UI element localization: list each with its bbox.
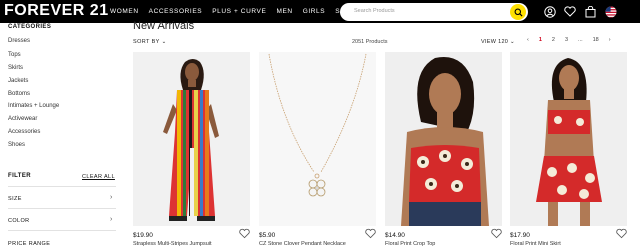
nav-girls[interactable]: GIRLS <box>303 8 326 15</box>
product-price: $19.90 <box>133 232 153 239</box>
chevron-down-icon: ⌄ <box>510 39 515 45</box>
category-dresses[interactable]: Dresses <box>8 38 30 44</box>
category-skirts[interactable]: Skirts <box>8 65 23 71</box>
sort-dropdown[interactable]: SORT BY ⌄ <box>133 39 167 45</box>
search-icon <box>514 8 523 17</box>
heart-icon[interactable] <box>239 228 250 239</box>
product-price: $17.90 <box>510 232 530 239</box>
chevron-right-icon[interactable]: › <box>110 216 112 223</box>
filter-heading: FILTER <box>8 173 31 179</box>
nav-accessories[interactable]: ACCESSORIES <box>149 8 203 15</box>
divider <box>8 186 116 187</box>
page-3[interactable]: 3 <box>565 37 568 43</box>
chevron-right-icon[interactable]: › <box>609 37 611 43</box>
view-label: VIEW 120 <box>481 39 509 45</box>
main-nav: WOMEN ACCESSORIES PLUS + CURVE MEN GIRLS… <box>110 8 354 15</box>
product-image[interactable] <box>510 52 627 226</box>
product-count: 2051 Products <box>352 39 388 45</box>
categories-heading: CATEGORIES <box>8 24 52 30</box>
product-name[interactable]: Floral Print Mini Skirt <box>510 241 620 247</box>
color-facet[interactable]: COLOR <box>8 218 30 224</box>
divider <box>8 230 116 231</box>
divider <box>8 208 116 209</box>
product-name[interactable]: Floral Print Crop Top <box>385 241 495 247</box>
page-2[interactable]: 2 <box>552 37 555 43</box>
product-price: $5.90 <box>259 232 276 239</box>
category-accessories[interactable]: Accessories <box>8 129 40 135</box>
category-bottoms[interactable]: Bottoms <box>8 91 30 97</box>
product-image[interactable] <box>259 52 376 226</box>
wishlist-heart-icon[interactable] <box>563 5 576 18</box>
category-activewear[interactable]: Activewear <box>8 116 37 122</box>
nav-women[interactable]: WOMEN <box>110 8 139 15</box>
product-name[interactable]: Strapless Multi-Stripes Jumpsuit <box>133 241 243 247</box>
size-facet[interactable]: SIZE <box>8 196 22 202</box>
sort-label: SORT BY <box>133 39 160 45</box>
product-card[interactable]: $19.90 Strapless Multi-Stripes Jumpsuit <box>133 52 250 247</box>
category-shoes[interactable]: Shoes <box>8 142 25 148</box>
heart-icon[interactable] <box>491 228 502 239</box>
nav-plus-curve[interactable]: PLUS + CURVE <box>212 8 266 15</box>
product-name[interactable]: CZ Stone Clover Pendant Necklace <box>259 241 369 247</box>
search-input[interactable]: Search Products <box>340 3 528 21</box>
page-1[interactable]: 1 <box>539 37 542 43</box>
category-intimates-lounge[interactable]: Intimates + Lounge <box>8 103 59 109</box>
pagination: ‹ 1 2 3 ... 18 › <box>527 37 611 43</box>
page-title: New Arrivals <box>133 20 195 32</box>
page-ellipsis: ... <box>578 37 583 43</box>
product-card[interactable]: $5.90 CZ Stone Clover Pendant Necklace <box>259 52 376 247</box>
product-price: $14.90 <box>385 232 405 239</box>
price-range-facet[interactable]: PRICE RANGE <box>8 241 50 247</box>
top-navigation-bar: FOREVER 21 WOMEN ACCESSORIES PLUS + CURV… <box>0 0 640 23</box>
brand-logo[interactable]: FOREVER 21 <box>4 2 109 20</box>
chevron-down-icon: ⌄ <box>161 39 167 45</box>
view-per-page-dropdown[interactable]: VIEW 120 ⌄ <box>481 39 515 45</box>
product-card[interactable]: $14.90 Floral Print Crop Top <box>385 52 502 247</box>
search-placeholder: Search Products <box>354 8 395 14</box>
category-tops[interactable]: Tops <box>8 52 21 58</box>
clear-all-button[interactable]: CLEAR ALL <box>82 174 115 180</box>
product-image[interactable] <box>385 52 502 226</box>
nav-men[interactable]: MEN <box>276 8 292 15</box>
heart-icon[interactable] <box>616 228 627 239</box>
chevron-left-icon[interactable]: ‹ <box>527 37 529 43</box>
search-button[interactable] <box>510 4 526 20</box>
us-flag-icon[interactable] <box>604 5 617 18</box>
chevron-right-icon[interactable]: › <box>110 194 112 201</box>
heart-icon[interactable] <box>365 228 376 239</box>
page-18[interactable]: 18 <box>593 37 599 43</box>
product-image[interactable] <box>133 52 250 226</box>
shopping-bag-icon[interactable] <box>584 5 597 18</box>
account-icon[interactable] <box>543 5 556 18</box>
filter-sidebar: CATEGORIES Dresses Tops Skirts Jackets B… <box>0 23 120 249</box>
product-card[interactable]: $17.90 Floral Print Mini Skirt <box>510 52 627 247</box>
category-jackets[interactable]: Jackets <box>8 78 28 84</box>
